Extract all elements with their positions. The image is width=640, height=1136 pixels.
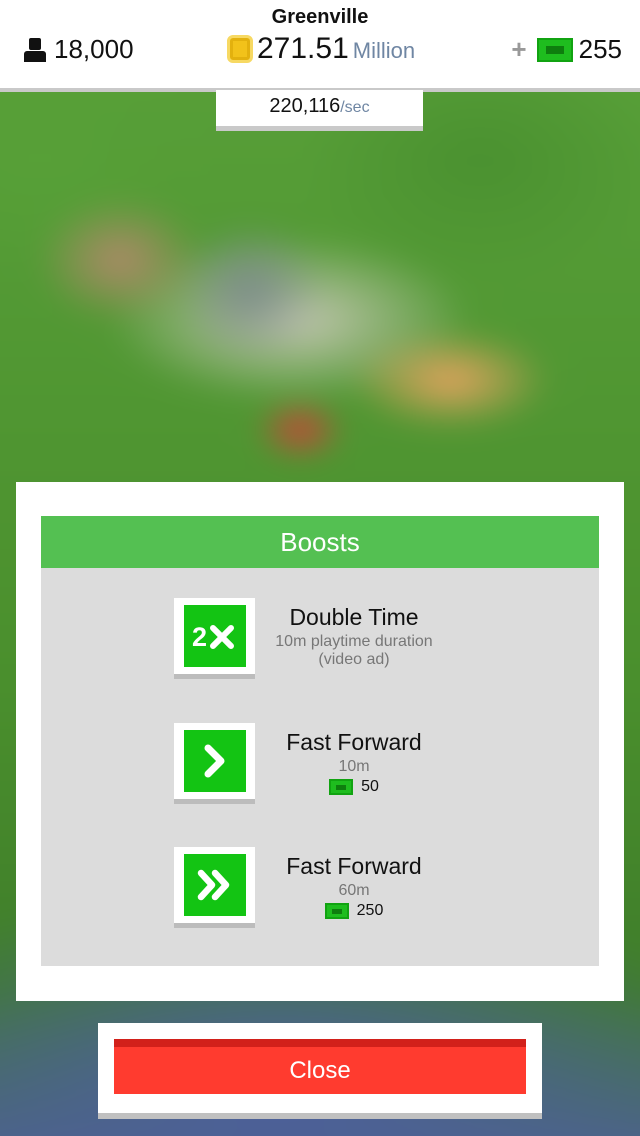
cash-display[interactable]: + 255 (511, 34, 622, 65)
money-value: 271.51 (257, 32, 349, 65)
close-button[interactable]: Close (114, 1039, 526, 1094)
cash-bill-icon (324, 903, 349, 919)
boost-duration: 10m (338, 758, 370, 775)
boosts-dialog: Boosts 2 Double Time 10m playtime durati… (16, 482, 624, 1001)
money-display: 271.51 Million (227, 32, 415, 66)
boost-cost-value: 250 (356, 902, 384, 919)
cash-bill-icon (329, 779, 354, 795)
boost-title: Double Time (289, 604, 419, 630)
boost-note: (video ad) (318, 651, 390, 668)
income-rate-unit: /sec (340, 99, 370, 116)
boost-fast-forward-10m[interactable]: Fast Forward 10m 50 (174, 723, 474, 807)
boost-cost: 250 (264, 902, 444, 920)
population-value: 18,000 (54, 34, 134, 64)
income-rate-value: 220,116 (269, 95, 341, 117)
svg-text:2: 2 (192, 622, 207, 651)
coin-icon (227, 35, 253, 63)
chevron-right-icon (204, 744, 224, 778)
money-unit: Million (352, 38, 416, 63)
double-chevron-right-icon (197, 869, 229, 901)
cash-value: 255 (578, 34, 622, 64)
boost-title: Fast Forward (286, 853, 422, 879)
boost-tile[interactable] (174, 723, 255, 804)
income-rate-tab: 220,116/sec (216, 90, 423, 131)
add-cash-plus-icon[interactable]: + (511, 34, 526, 65)
top-hud: Greenville 18,000 271.51 Million + 255 (0, 0, 640, 92)
boost-double-time[interactable]: 2 Double Time 10m playtime duration (vid… (174, 598, 474, 682)
city-name: Greenville (271, 6, 369, 28)
boost-fast-forward-60m[interactable]: Fast Forward 60m 250 (174, 847, 474, 931)
boost-tile[interactable]: 2 (174, 598, 255, 679)
population-display: 18,000 (22, 34, 134, 65)
cash-bill-icon (536, 37, 573, 62)
boost-cost: 50 (264, 778, 444, 796)
boost-duration: 60m (338, 882, 370, 899)
boost-duration: 10m playtime duration (275, 633, 433, 650)
boost-cost-value: 50 (361, 778, 379, 795)
double-speed-2x-icon: 2 (192, 622, 234, 651)
boosts-panel: Boosts 2 Double Time 10m playtime durati… (41, 516, 599, 966)
close-button-frame: Close (98, 1023, 542, 1119)
population-icon (22, 36, 48, 64)
boosts-title: Boosts (41, 516, 599, 568)
boost-tile[interactable] (174, 847, 255, 928)
boost-title: Fast Forward (286, 729, 422, 755)
